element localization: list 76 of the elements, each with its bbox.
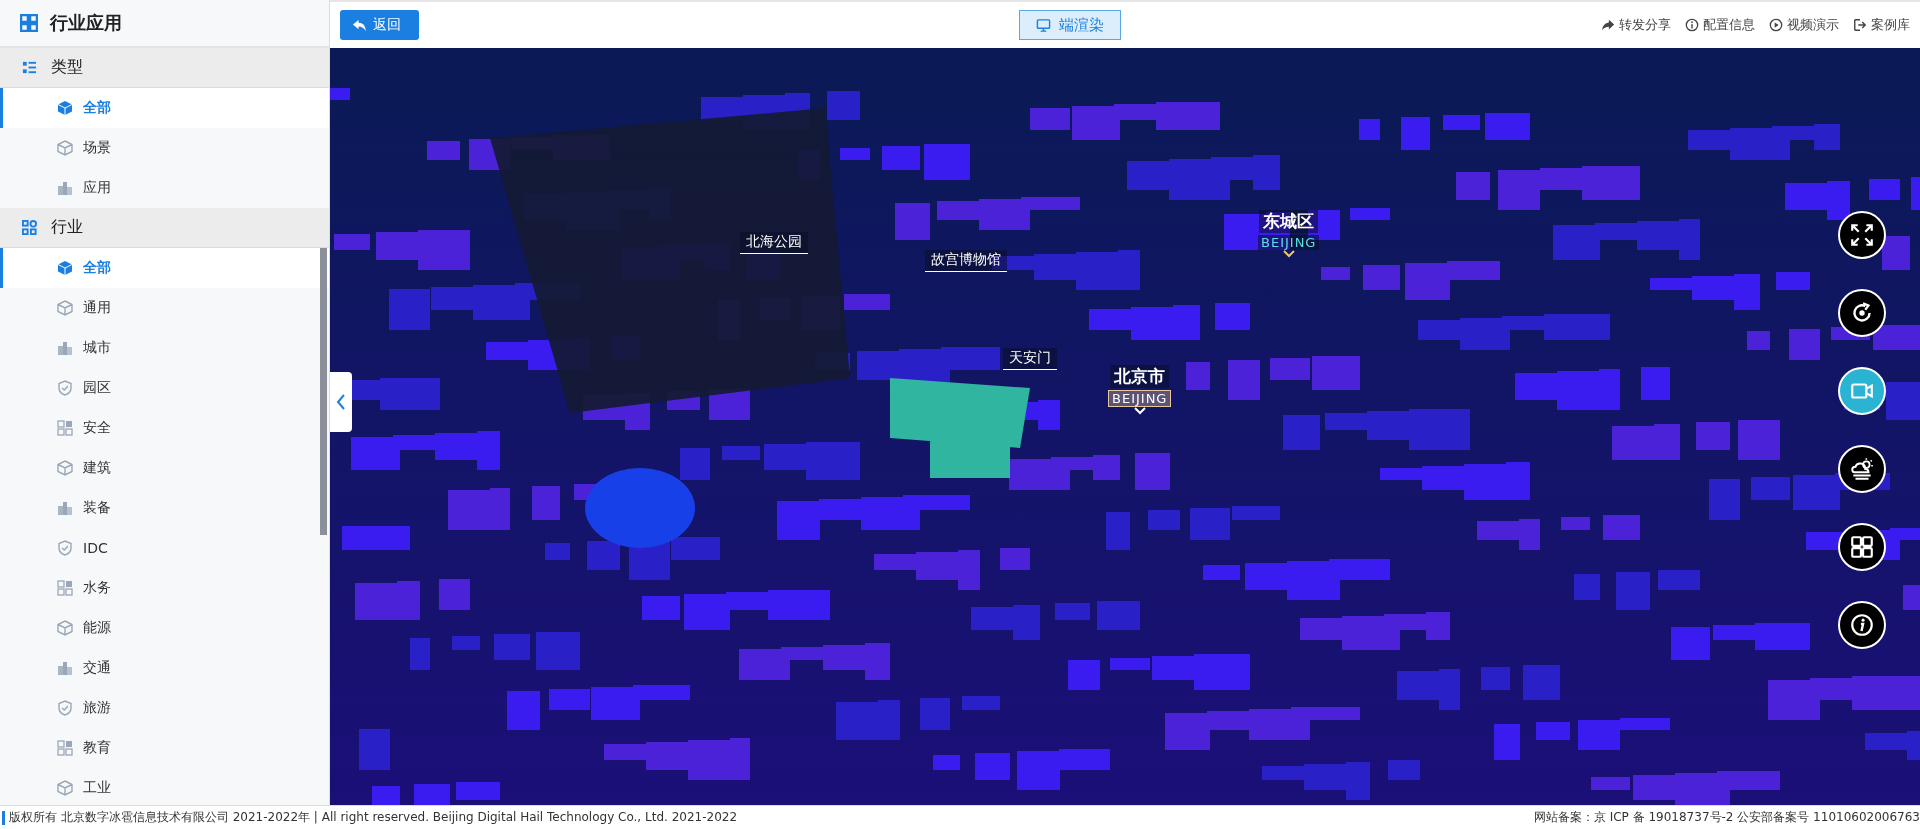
map-sublabel: BEIJING — [1108, 390, 1172, 407]
sidebar-item[interactable]: 旅游 — [0, 688, 329, 728]
rotate-button[interactable] — [1838, 289, 1886, 337]
box-icon — [57, 460, 73, 476]
map-sublabel: BEIJING — [1258, 235, 1320, 250]
toolbar-link[interactable]: 视频演示 — [1769, 16, 1839, 34]
sidebar-item[interactable]: IDC — [0, 528, 329, 568]
sidebar-item[interactable]: 装备 — [0, 488, 329, 528]
camera-button[interactable] — [1838, 367, 1886, 415]
grid-icon — [20, 14, 38, 32]
info-icon — [1685, 18, 1699, 32]
weather-button[interactable] — [1838, 445, 1886, 493]
share-icon — [1601, 18, 1615, 32]
fullscreen-button[interactable] — [1838, 211, 1886, 259]
expand-icon — [1849, 222, 1875, 248]
sidebar-item[interactable]: 场景 — [0, 128, 329, 168]
sidebar-item[interactable]: 能源 — [0, 608, 329, 648]
back-arrow-icon — [352, 17, 367, 33]
map-label: 天安门 — [1003, 348, 1057, 370]
section-header[interactable]: 行业 — [0, 208, 329, 248]
shield-icon — [57, 700, 73, 716]
buildings-icon — [57, 500, 73, 516]
sidebar-item[interactable]: 园区 — [0, 368, 329, 408]
sidebar-item[interactable]: 水务 — [0, 568, 329, 608]
toolbar-link[interactable]: 配置信息 — [1685, 16, 1755, 34]
toolbar-link[interactable]: 案例库 — [1853, 16, 1910, 34]
tiles-icon — [57, 580, 73, 596]
shield-icon — [57, 540, 73, 556]
box-icon — [57, 140, 73, 156]
back-button[interactable]: 返回 — [340, 10, 419, 40]
toolbar-link[interactable]: 转发分享 — [1601, 16, 1671, 34]
map-label: 北京市 — [1110, 365, 1170, 388]
shield-icon — [57, 380, 73, 396]
tiles-icon — [57, 740, 73, 756]
map-label: 东城区 — [1259, 210, 1319, 233]
sidebar-item[interactable]: 城市 — [0, 328, 329, 368]
copyright-text: 版权所有 北京数字冰雹信息技术有限公司 2021-2022年 | All right reserved. Beijing Digital Hail Technology Co., Ltd. 2021-2022 — [9, 809, 738, 826]
section-header[interactable]: 类型 — [0, 48, 329, 88]
sidebar-item[interactable]: 全部 — [0, 88, 329, 128]
sidebar-title: 行业应用 — [50, 11, 122, 35]
buildings-icon — [57, 660, 73, 676]
tiles-icon — [57, 420, 73, 436]
buildings-icon — [57, 180, 73, 196]
sidebar-item[interactable]: 建筑 — [0, 448, 329, 488]
exit-icon — [1853, 18, 1867, 32]
sidebar-item[interactable]: 应用 — [0, 168, 329, 208]
box-icon — [57, 300, 73, 316]
sidebar-item[interactable]: 交通 — [0, 648, 329, 688]
cube-icon — [57, 260, 73, 276]
filing-text: 网站备案：京 ICP 备 19018737号-2 公安部备案号 11010602006763 — [1533, 809, 1920, 826]
info-button[interactable] — [1838, 601, 1886, 649]
list-icon — [22, 60, 37, 75]
buildings-icon — [57, 340, 73, 356]
collapse-button[interactable] — [330, 372, 352, 432]
grid-icon — [1849, 534, 1875, 560]
cube-icon — [57, 100, 73, 116]
sidebar-item[interactable]: 全部 — [0, 248, 329, 288]
info-icon — [1849, 612, 1875, 638]
footer-marker — [2, 810, 5, 825]
grid-icon — [22, 220, 37, 235]
render-toggle[interactable]: 端渲染 — [1019, 10, 1121, 40]
weather-icon — [1849, 456, 1875, 482]
monitor-icon — [1036, 17, 1051, 33]
box-icon — [57, 620, 73, 636]
sidebar-item[interactable]: 教育 — [0, 728, 329, 768]
layout-button[interactable] — [1838, 523, 1886, 571]
map-label: 北海公园 — [740, 232, 808, 254]
box-icon — [57, 780, 73, 796]
map-view[interactable]: 北海公园 故宫博物馆 天安门 北京市 BEIJING 东城区 BEIJING — [330, 48, 1920, 805]
map-label: 故宫博物馆 — [925, 250, 1007, 272]
sidebar-item[interactable]: 通用 — [0, 288, 329, 328]
sidebar-item[interactable]: 安全 — [0, 408, 329, 448]
chevron-left-icon — [336, 394, 346, 410]
play-icon — [1769, 18, 1783, 32]
scrollbar[interactable] — [320, 248, 327, 535]
sidebar-item[interactable]: 工业 — [0, 768, 329, 805]
